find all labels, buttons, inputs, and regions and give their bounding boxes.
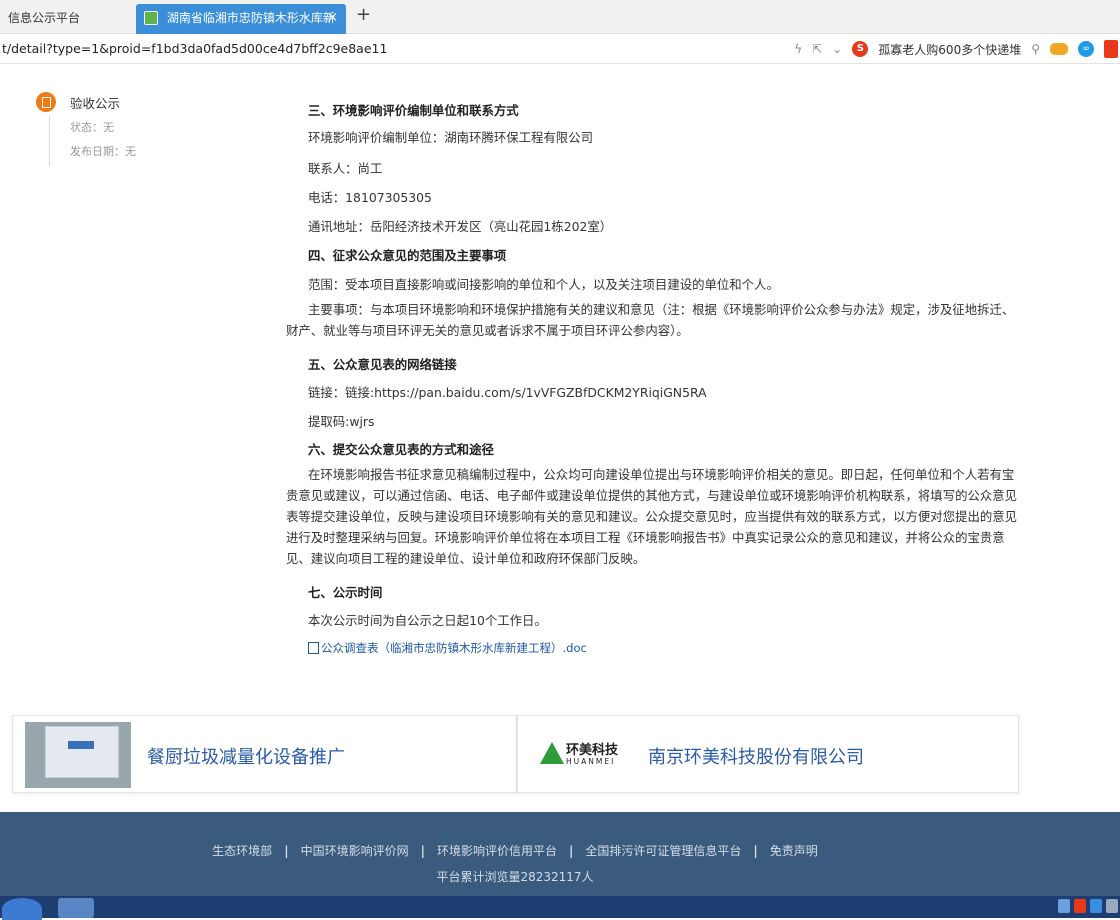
timeline-title[interactable]: 验收公示 [70, 93, 120, 112]
footer-links: 生态环境部 | 中国环境影响评价网 | 环境影响评价信用平台 | 全国排污许可证管理信息平台… [0, 842, 1030, 859]
footer-separator: | [569, 844, 574, 858]
section-6-heading: 六、提交公众意见表的方式和途径 [308, 442, 494, 457]
address-bar: t/detail?type=1&proid=f1bd3da0fad5d00ce4… [0, 34, 1120, 64]
publicity-period: 本次公示时间为自公示之日起10个工作日。 [308, 613, 547, 628]
footer-separator: | [284, 844, 289, 858]
browser-tab-bar: 信息公示平台 湖南省临湘市忠防镇木形水库新建工 × + [0, 0, 1120, 53]
eia-unit: 环境影响评价编制单位：湖南环腾环保工程有限公司 [308, 130, 593, 145]
contact-address: 通讯地址：岳阳经济技术开发区（亮山花园1栋202室） [308, 219, 613, 234]
footer-link-mee[interactable]: 生态环境部 [212, 844, 272, 858]
form-link[interactable]: 链接：链接:https://pan.baidu.com/s/1vVFGZBfDC… [308, 383, 707, 401]
huanmei-logo: 环美科技 HUANMEI [540, 740, 618, 770]
attachment-link[interactable]: 公众调查表（临湘市忠防镇木形水库新建工程）.doc [308, 640, 587, 656]
tray-volume-icon[interactable] [1106, 899, 1118, 913]
lightning-icon[interactable]: ϟ [794, 42, 802, 56]
opinion-items: 主要事项：与本项目环境影响和环境保护措施有关的建议和意见（注：根据《环境影响评价… [286, 302, 1015, 338]
ad-text[interactable]: 餐厨垃圾减量化设备推广 [147, 743, 345, 769]
url-field[interactable]: t/detail?type=1&proid=f1bd3da0fad5d00ce4… [2, 41, 387, 56]
tray-help-icon[interactable] [1090, 899, 1102, 913]
start-button[interactable] [2, 898, 42, 920]
timeline-status: 状态：无 [70, 121, 114, 134]
document-icon [36, 92, 56, 112]
attachment-label[interactable]: 公众调查表（临湘市忠防镇木形水库新建工程）.doc [321, 641, 587, 655]
section-3-heading: 三、环境影响评价编制单位和联系方式 [308, 103, 519, 118]
ad-text[interactable]: 南京环美科技股份有限公司 [648, 743, 864, 769]
footer-separator: | [753, 844, 758, 858]
logo-mark-icon [540, 742, 564, 764]
close-tab-icon[interactable]: × [327, 4, 338, 32]
contact-person: 联系人：尚工 [308, 161, 383, 176]
os-taskbar [0, 896, 1120, 920]
search-icon[interactable]: ⚲ [1031, 42, 1040, 56]
site-footer: 生态环境部 | 中国环境影响评价网 | 环境影响评价信用平台 | 全国排污许可证管理信息平台… [0, 812, 1120, 896]
section-5-heading: 五、公众意见表的网络链接 [308, 357, 457, 372]
footer-link-credit-platform[interactable]: 环境影响评价信用平台 [437, 844, 557, 858]
timeline-date: 发布日期：无 [70, 145, 136, 158]
extension-red-icon[interactable] [1104, 40, 1118, 58]
ad-banner-huanmei[interactable]: 环美科技 HUANMEI 南京环美科技股份有限公司 [517, 715, 1019, 793]
opinion-scope: 范围：受本项目直接影响或间接影响的单位和个人，以及关注项目建设的单位和个人。 [308, 277, 779, 292]
logo-brand: 环美科技 [566, 743, 619, 758]
tab-info-platform[interactable]: 信息公示平台 [0, 4, 128, 34]
search-hint[interactable]: 孤寡老人购600多个快递堆 [878, 41, 1021, 58]
footer-link-eia-network[interactable]: 中国环境影响评价网 [301, 844, 409, 858]
search-engine-icon[interactable]: S [852, 41, 869, 57]
machine-shape [45, 726, 119, 778]
contact-phone: 电话：18107305305 [308, 190, 432, 205]
taskbar-browser-icon[interactable] [58, 898, 94, 918]
footer-link-permit-platform[interactable]: 全国排污许可证管理信息平台 [585, 844, 741, 858]
tab-label: 信息公示平台 [8, 11, 81, 25]
system-tray [1058, 899, 1118, 913]
ad-banner-kitchen-waste[interactable]: 餐厨垃圾减量化设备推广 [12, 715, 517, 793]
section-7-heading: 七、公示时间 [308, 585, 383, 600]
machine-label [68, 741, 94, 749]
dropdown-icon[interactable]: ⌄ [832, 42, 842, 56]
tab-project-detail[interactable]: 湖南省临湘市忠防镇木形水库新建工 × [136, 4, 346, 53]
game-icon[interactable] [1050, 43, 1068, 55]
site-favicon-icon [144, 11, 158, 25]
footer-link-disclaimer[interactable]: 免责声明 [770, 844, 818, 858]
tray-sogou-icon[interactable] [1074, 899, 1086, 913]
doc-file-icon [308, 642, 319, 654]
new-tab-button[interactable]: + [356, 4, 371, 25]
logo-sub: HUANMEI [566, 757, 616, 766]
extension-icon[interactable]: ∞ [1078, 41, 1094, 57]
tray-network-icon[interactable] [1058, 899, 1070, 913]
extract-code: 提取码:wjrs [308, 414, 375, 429]
footer-separator: | [420, 844, 425, 858]
share-icon[interactable]: ⇱ [812, 42, 822, 56]
submission-method: 在环境影响报告书征求意见稿编制过程中，公众均可向建设单位提出与环境影响评价相关的… [286, 467, 1018, 566]
timeline-line [49, 116, 50, 166]
equipment-image [25, 722, 131, 788]
address-bar-tools: ϟ ⇱ ⌄ S 孤寡老人购600多个快递堆 ⚲ ∞ [794, 39, 1120, 59]
visit-count: 平台累计浏览量28232117人 [436, 870, 594, 884]
section-4-heading: 四、征求公众意见的范围及主要事项 [308, 248, 507, 263]
